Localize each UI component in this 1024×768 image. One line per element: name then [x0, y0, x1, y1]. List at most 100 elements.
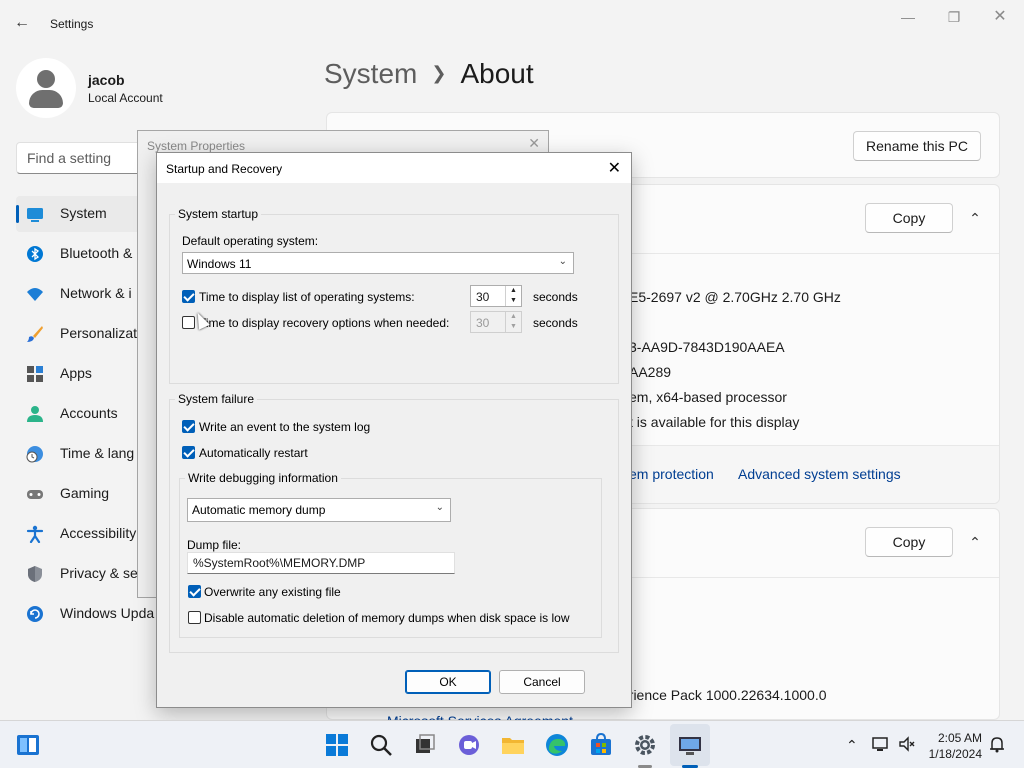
remote-desktop-icon[interactable] — [678, 733, 702, 757]
clock-globe-icon — [26, 445, 44, 463]
debug-type-value: Automatic memory dump — [192, 503, 326, 517]
sidebar-item-system[interactable]: System — [16, 196, 146, 232]
breadcrumb-parent[interactable]: System — [324, 58, 417, 89]
sidebar-item-apps[interactable]: Apps — [16, 356, 146, 392]
recovery-options-value: 30 — [476, 316, 490, 330]
sidebar-item-accessibility[interactable]: Accessibility — [16, 516, 146, 552]
sidebar-item-gaming[interactable]: Gaming — [16, 476, 146, 512]
recovery-options-label: Time to display recovery options when ne… — [199, 316, 450, 330]
sidebar-item-windows-update[interactable]: Windows Upda — [16, 596, 154, 632]
auto-restart-label: Automatically restart — [199, 446, 308, 460]
chevron-up-icon[interactable]: ⌃ — [965, 532, 985, 552]
clock-time: 2:05 AM — [937, 731, 982, 745]
sidebar-item-label: Gaming — [60, 485, 110, 501]
display-list-stepper[interactable]: 30 ▲ ▼ — [470, 285, 522, 307]
write-event-label: Write an event to the system log — [199, 420, 371, 434]
startup-recovery-titlebar: Startup and Recovery ✕ — [157, 153, 631, 183]
edge-icon[interactable] — [545, 733, 569, 757]
chevron-down-icon: ⌄ — [558, 256, 567, 267]
seconds-label: seconds — [533, 316, 578, 330]
close-icon[interactable]: ✕ — [980, 6, 1020, 28]
avatar[interactable] — [16, 58, 76, 118]
overwrite-checkbox[interactable] — [188, 585, 201, 598]
sidebar-item-label: Apps — [60, 365, 92, 381]
shield-icon — [26, 565, 44, 583]
sidebar-item-accounts[interactable]: Accounts — [16, 396, 146, 432]
settings-title: Settings — [50, 17, 94, 31]
clock-date: 1/18/2024 — [928, 747, 982, 761]
sidebar-item-network[interactable]: Network & i — [16, 276, 146, 312]
sidebar-item-personalization[interactable]: Personalizati — [16, 316, 146, 352]
sidebar-item-label: Accounts — [60, 405, 118, 421]
stepper-up-icon[interactable]: ▲ — [506, 286, 521, 296]
debug-type-select[interactable]: Automatic memory dump ⌄ — [187, 498, 451, 522]
settings-titlebar: ← Settings — ❐ ✕ — [0, 0, 1024, 48]
gamepad-icon — [26, 485, 44, 503]
system-protection-link[interactable]: em protection — [629, 466, 714, 482]
bluetooth-icon — [26, 245, 44, 263]
back-arrow-icon[interactable]: ← — [14, 14, 34, 34]
chevron-up-icon[interactable]: ⌃ — [846, 737, 858, 754]
display-list-value: 30 — [476, 290, 490, 304]
overwrite-label: Overwrite any existing file — [204, 585, 341, 599]
default-os-select[interactable]: Windows 11 ⌄ — [182, 252, 574, 274]
system-startup-label: System startup — [175, 207, 262, 221]
rename-pc-button[interactable]: Rename this PC — [853, 131, 981, 161]
sidebar-item-label: Network & i — [60, 285, 132, 301]
user-name: jacob — [88, 72, 125, 88]
write-event-checkbox[interactable] — [182, 420, 195, 433]
debug-info-label: Write debugging information — [185, 471, 341, 485]
chat-icon[interactable] — [457, 733, 481, 757]
advanced-system-settings-link[interactable]: Advanced system settings — [738, 466, 901, 482]
maximize-icon[interactable]: ❐ — [934, 6, 974, 28]
copy-button[interactable]: Copy — [865, 203, 953, 233]
chevron-down-icon: ⌄ — [435, 502, 444, 513]
brush-icon — [26, 325, 44, 343]
disable-auto-delete-checkbox[interactable] — [188, 611, 201, 624]
sidebar-item-label: Privacy & se — [60, 565, 138, 581]
task-view-icon[interactable] — [413, 733, 437, 757]
sidebar-item-label: System — [60, 205, 107, 221]
pen-touch-spec: t is available for this display — [629, 414, 800, 430]
processor-spec: E5-2697 v2 @ 2.70GHz 2.70 GHz — [629, 289, 841, 305]
chevron-up-icon[interactable]: ⌃ — [965, 208, 985, 228]
system-clock[interactable]: 2:05 AM 1/18/2024 — [929, 730, 982, 762]
minimize-icon[interactable]: — — [888, 6, 928, 28]
volume-muted-icon[interactable] — [898, 735, 916, 756]
start-icon[interactable] — [325, 733, 349, 757]
wifi-icon — [26, 285, 44, 303]
widgets-icon[interactable] — [16, 733, 40, 757]
sidebar-item-label: Time & lang — [60, 445, 135, 461]
search-input[interactable]: Find a setting — [16, 142, 146, 174]
copy-windows-button[interactable]: Copy — [865, 527, 953, 557]
sidebar-item-label: Personalizati — [60, 325, 141, 341]
store-icon[interactable] — [589, 732, 613, 757]
stepper-down-icon: ▼ — [510, 323, 517, 330]
file-explorer-icon[interactable] — [501, 733, 525, 757]
sidebar-item-label: Windows Upda — [60, 605, 155, 621]
auto-restart-checkbox[interactable] — [182, 446, 195, 459]
close-icon[interactable]: ✕ — [608, 158, 621, 178]
sidebar-item-bluetooth[interactable]: Bluetooth & — [16, 236, 146, 272]
startup-recovery-dialog: Startup and Recovery ✕ System startup De… — [156, 152, 632, 708]
network-icon[interactable] — [872, 735, 890, 756]
search-icon[interactable] — [369, 733, 393, 757]
person-icon — [26, 405, 44, 423]
sidebar-item-time-language[interactable]: Time & lang — [16, 436, 146, 472]
active-indicator — [16, 205, 19, 223]
update-icon — [26, 605, 44, 623]
experience-pack-spec: erience Pack 1000.22634.1000.0 — [621, 687, 827, 703]
settings-icon[interactable] — [633, 733, 657, 757]
default-os-value: Windows 11 — [187, 257, 252, 271]
chevron-right-icon: ❯ — [431, 63, 447, 83]
ok-button[interactable]: OK — [405, 670, 491, 694]
close-icon[interactable]: ✕ — [528, 135, 540, 152]
sidebar-item-privacy[interactable]: Privacy & se — [16, 556, 146, 592]
notification-icon[interactable] — [988, 735, 1006, 756]
stepper-down-icon[interactable]: ▼ — [506, 296, 521, 306]
default-os-label: Default operating system: — [182, 234, 319, 248]
product-id-spec: AA289 — [629, 364, 672, 380]
cancel-button[interactable]: Cancel — [499, 670, 585, 694]
display-list-checkbox[interactable] — [182, 290, 195, 303]
dump-file-input[interactable]: %SystemRoot%\MEMORY.DMP — [187, 552, 455, 574]
